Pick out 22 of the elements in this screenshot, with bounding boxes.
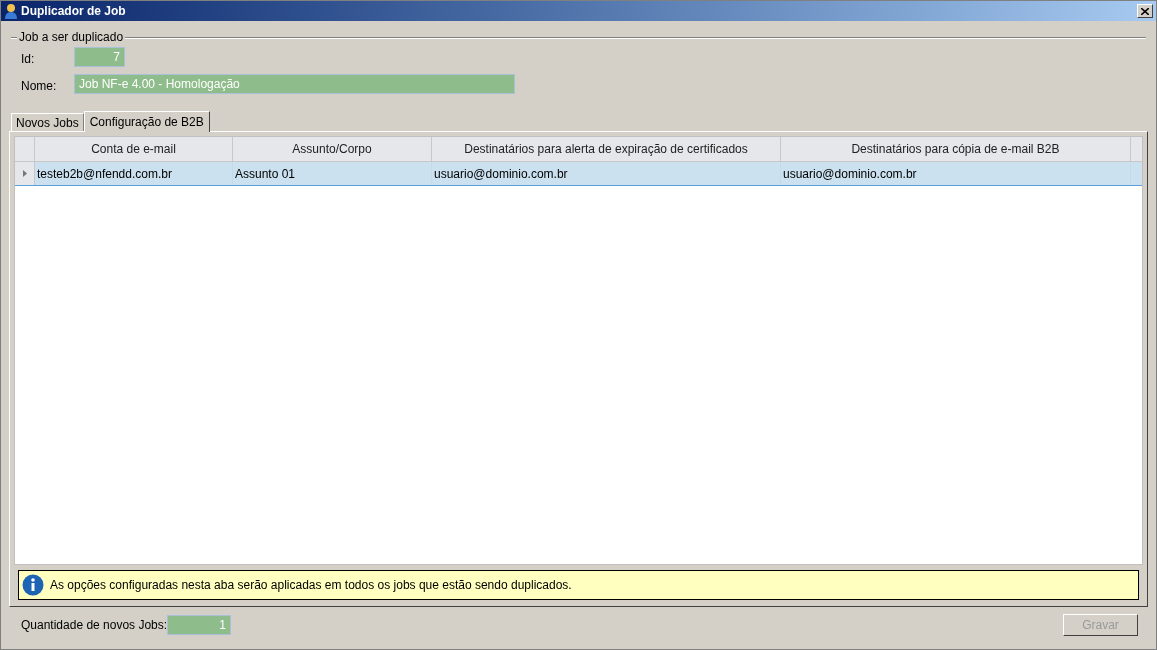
table-cell: Assunto 01 (233, 162, 432, 185)
user-icon (4, 3, 18, 19)
column-header[interactable]: Destinatários para alerta de expiração de certificados (432, 137, 781, 161)
tab[interactable]: Configuração de B2B (83, 111, 210, 132)
close-button[interactable] (1137, 4, 1153, 18)
field-label: Id: (21, 51, 35, 68)
table-cell: testeb2b@nfendd.com.br (35, 162, 233, 185)
quantity-label: Quantidade de novos Jobs: (21, 617, 167, 634)
window-title: Duplicador de Job (21, 3, 127, 20)
table-cell: usuario@dominio.com.br (432, 162, 781, 185)
table-cell: usuario@dominio.com.br (781, 162, 1131, 185)
group-title: Job a ser duplicado (17, 30, 126, 44)
row-pointer-icon (22, 170, 27, 177)
column-header[interactable]: Assunto/Corpo (233, 137, 432, 161)
info-icon (22, 574, 44, 596)
field-label: Nome: (21, 78, 57, 95)
column-header[interactable]: Destinatários para cópia de e-mail B2B (781, 137, 1131, 161)
tab[interactable]: Novos Jobs (11, 113, 84, 131)
table-row[interactable]: testeb2b@nfendd.com.br Assunto 01 usuario@dominio.com.br usuario@dominio.com.br (15, 162, 1142, 186)
close-icon (1141, 7, 1149, 15)
column-header[interactable]: Conta de e-mail (35, 137, 233, 161)
info-message: As opções configuradas nesta aba serão aplicadas em todos os jobs que estão sendo duplicados. (50, 577, 572, 594)
